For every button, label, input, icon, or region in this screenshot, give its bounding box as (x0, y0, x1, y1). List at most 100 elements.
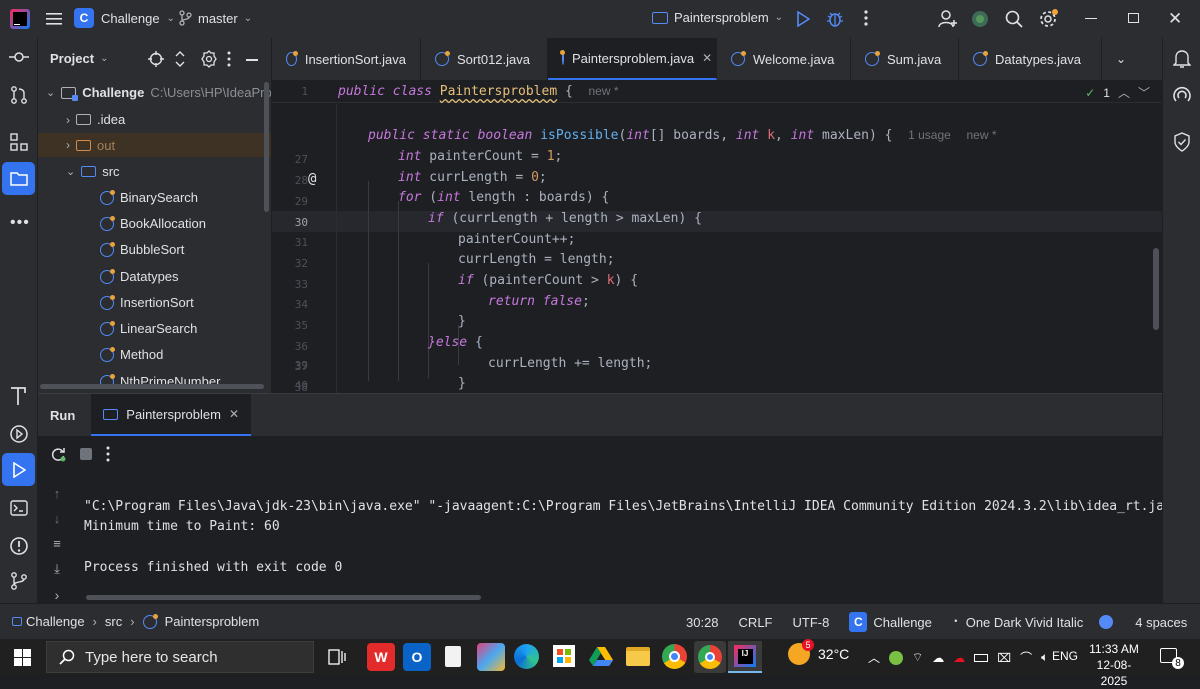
wifi-icon[interactable]: ⌒ (1020, 649, 1032, 666)
minimize-button[interactable] (1085, 18, 1097, 20)
file-encoding[interactable]: UTF-8 (783, 615, 840, 630)
run-config-selector[interactable]: Paintersproblem ⌄ (652, 10, 783, 25)
main-menu-icon[interactable] (46, 12, 62, 26)
more-icon[interactable] (106, 446, 110, 462)
restore-button[interactable] (1128, 13, 1139, 23)
chrome-icon[interactable] (662, 644, 687, 669)
run-icon[interactable] (796, 11, 810, 27)
show-hidden-icons-chevron[interactable]: ︿ (868, 649, 880, 666)
volume-icon[interactable]: 🔈︎ (1041, 650, 1048, 665)
status-indicator-icon[interactable] (1099, 615, 1114, 629)
arrow-up-icon[interactable]: ↑ (54, 486, 61, 501)
tree-class[interactable]: LinearSearch (100, 320, 197, 336)
build-hammer-icon[interactable] (10, 386, 28, 406)
network-icon[interactable]: ⌔ (912, 650, 923, 665)
expand-collapse-icon[interactable] (175, 50, 185, 68)
tree-class[interactable]: BubbleSort (100, 241, 184, 257)
add-user-icon[interactable] (938, 9, 958, 29)
chevron-right-icon[interactable]: › (55, 587, 60, 603)
project-vertical-scrollbar[interactable] (264, 82, 269, 212)
more-actions-icon[interactable] (864, 10, 868, 26)
vcs-widget[interactable]: master ⌄ (178, 10, 252, 26)
search-icon[interactable] (1005, 10, 1023, 28)
project-widget[interactable]: C Challenge (839, 612, 942, 632)
cloud-sync-icon[interactable]: ☁ (932, 651, 944, 665)
scroll-to-end-icon[interactable]: ⤓ (54, 561, 60, 577)
tree-class[interactable]: BookAllocation (100, 215, 206, 231)
tree-folder-idea[interactable]: › .idea (66, 112, 125, 127)
arrow-down-icon[interactable]: ↓ (54, 511, 61, 526)
caret-position[interactable]: 30:28 (676, 615, 729, 630)
code-line: for (int length : boards) { (398, 190, 610, 205)
problems-icon[interactable] (9, 536, 29, 556)
more-options-icon[interactable] (227, 51, 231, 67)
structure-icon[interactable] (10, 133, 28, 151)
git-icon[interactable] (10, 572, 28, 590)
run-tab-paintersproblem[interactable]: Paintersproblem ✕ (91, 394, 251, 436)
project-horizontal-scrollbar[interactable] (40, 384, 264, 389)
taskbar-search-box[interactable]: Type here to search (46, 641, 314, 673)
notification-center-icon[interactable]: 8 (1160, 648, 1184, 669)
run-tool-button[interactable] (2, 453, 35, 486)
tree-class[interactable]: Method (100, 346, 163, 362)
file-explorer-icon[interactable] (626, 647, 650, 666)
tree-folder-src[interactable]: ⌄ src (66, 164, 120, 179)
security-shield-icon[interactable] (1173, 132, 1191, 152)
tree-class[interactable]: Datatypes (100, 268, 179, 284)
project-panel-title[interactable]: Project (50, 51, 94, 66)
onedrive-error-icon[interactable]: ☁ (953, 651, 965, 665)
indent-setting[interactable]: 4 spaces (1125, 615, 1197, 630)
editor-scrollbar[interactable] (1153, 248, 1159, 330)
tray-app-icon[interactable] (889, 650, 904, 665)
copilot-icon[interactable] (477, 643, 505, 671)
windows-start-icon[interactable] (14, 649, 31, 666)
breadcrumb-project[interactable]: Challenge (26, 614, 85, 629)
input-language[interactable]: ENG (1052, 649, 1078, 663)
close-window-button[interactable]: ✕ (1168, 9, 1182, 29)
project-widget[interactable]: C Challenge ⌄ (74, 8, 175, 28)
debug-icon[interactable] (826, 10, 844, 28)
wps-office-icon[interactable]: W (367, 643, 395, 671)
edge-browser-icon[interactable] (514, 644, 539, 669)
clock[interactable]: 11:33 AM 12-08-2025 (1086, 641, 1142, 689)
locate-icon[interactable] (148, 51, 164, 67)
breadcrumb-src[interactable]: src (105, 614, 122, 629)
notifications-bell-icon[interactable] (1173, 49, 1191, 69)
breadcrumb-class[interactable]: Paintersproblem (165, 614, 260, 629)
ai-assistant-icon[interactable] (971, 10, 989, 28)
hide-panel-icon[interactable] (246, 59, 258, 61)
options-icon[interactable] (200, 50, 218, 68)
chrome-profile-icon[interactable] (694, 641, 726, 673)
more-tool-windows-icon[interactable]: ••• (10, 214, 30, 232)
rerun-icon[interactable] (50, 446, 66, 462)
chevron-down-icon[interactable]: ⌄ (100, 53, 108, 64)
console-horizontal-scrollbar[interactable] (86, 595, 481, 600)
services-icon[interactable] (9, 424, 29, 444)
settings-gear-icon[interactable] (1038, 9, 1058, 29)
soft-wrap-icon[interactable]: ≡ (53, 536, 61, 551)
line-separator[interactable]: CRLF (729, 615, 783, 630)
intellij-logo-icon[interactable] (10, 9, 30, 29)
usb-icon[interactable]: ⌧ (997, 651, 1011, 665)
task-view-icon[interactable] (328, 649, 346, 665)
tree-class[interactable]: InsertionSort (100, 294, 194, 310)
pull-requests-icon[interactable] (10, 86, 28, 104)
tree-class[interactable]: BinarySearch (100, 189, 198, 205)
battery-icon[interactable] (974, 653, 989, 662)
google-drive-icon[interactable] (589, 646, 613, 667)
commit-icon[interactable] (9, 51, 29, 63)
ai-chat-icon[interactable] (1172, 85, 1192, 105)
file-icon[interactable] (445, 646, 461, 667)
theme-widget[interactable]: ᭼ One Dark Vivid Italic (942, 611, 1093, 633)
weather-widget[interactable]: 5 32°C (788, 639, 849, 665)
terminal-icon[interactable] (10, 500, 28, 516)
close-tab-icon[interactable]: ✕ (229, 407, 239, 421)
intellij-taskbar-icon[interactable]: IJ (728, 641, 762, 673)
project-tool-button[interactable] (2, 162, 35, 195)
tree-root-challenge[interactable]: ⌄ Challenge C:\Users\HP\IdeaProject (46, 85, 271, 101)
tree-folder-out[interactable]: › out (38, 133, 271, 157)
run-panel-title[interactable]: Run (38, 408, 87, 423)
stop-icon[interactable] (80, 448, 92, 460)
microsoft-store-icon[interactable] (553, 645, 575, 667)
outlook-icon[interactable]: O (403, 643, 431, 671)
